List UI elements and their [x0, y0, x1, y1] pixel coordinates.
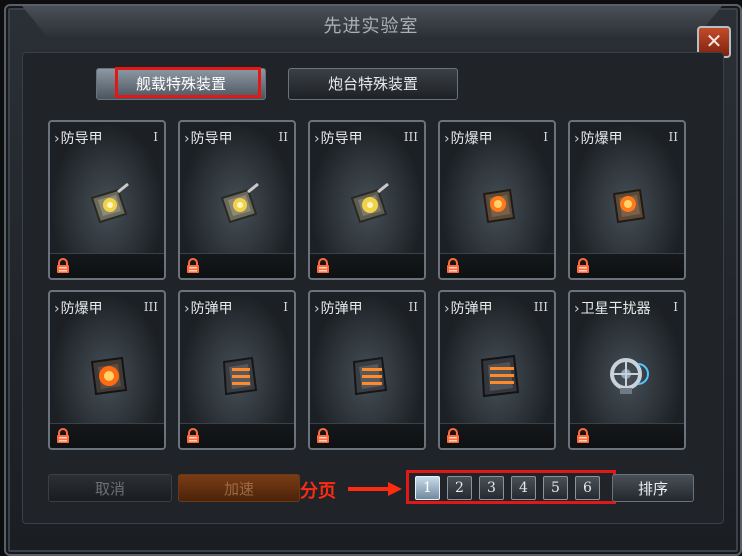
lock-icon	[57, 428, 69, 443]
item-tier: I	[543, 130, 548, 144]
item-tier: I	[283, 300, 288, 314]
item-name: 防导甲	[320, 131, 363, 147]
lock-icon	[577, 258, 589, 273]
item-name: 卫星干扰器	[580, 301, 651, 317]
blast-armor-icon	[482, 188, 516, 224]
item-tier: I	[673, 300, 678, 314]
item-name: 防导甲	[60, 131, 103, 147]
bullet-armor-icon	[352, 356, 388, 396]
chevron-right-icon: ›	[444, 131, 450, 147]
sort-button[interactable]: 排序	[612, 474, 694, 502]
item-tier: II	[668, 130, 678, 144]
lock-icon	[317, 428, 329, 443]
window-title: 先进实验室	[323, 16, 419, 37]
arrow-right-icon	[348, 482, 402, 496]
page-button-5[interactable]: 5	[543, 476, 568, 500]
item-tier: III	[403, 130, 418, 144]
item-card[interactable]: ›防爆甲 I	[438, 120, 556, 280]
chevron-right-icon: ›	[314, 131, 320, 147]
chevron-right-icon: ›	[314, 301, 320, 317]
page-button-2[interactable]: 2	[447, 476, 472, 500]
lock-icon	[447, 428, 459, 443]
item-name: 防弹甲	[450, 301, 493, 317]
page-button-6[interactable]: 6	[575, 476, 600, 500]
item-tier: III	[533, 300, 548, 314]
lock-icon	[447, 258, 459, 273]
pagination: 1 2 3 4 5 6	[415, 476, 600, 500]
cancel-button[interactable]: 取消	[48, 474, 172, 502]
lock-icon	[577, 428, 589, 443]
item-name: 防爆甲	[450, 131, 493, 147]
satellite-jammer-icon	[610, 358, 649, 394]
item-card[interactable]: ›防导甲 III	[308, 120, 426, 280]
lock-icon	[187, 428, 199, 443]
item-tier: I	[153, 130, 158, 144]
blast-armor-icon	[612, 188, 646, 224]
item-grid: ›防导甲 I ›防导甲 II ›防导甲 III ›防爆甲 I ›防爆甲 II ›…	[48, 120, 686, 450]
item-card[interactable]: ›防爆甲 III	[48, 290, 166, 450]
tab-turret-devices[interactable]: 炮台特殊装置	[288, 68, 458, 100]
chevron-right-icon: ›	[184, 131, 190, 147]
item-name: 防弹甲	[320, 301, 363, 317]
lock-icon	[57, 258, 69, 273]
item-tier: III	[143, 300, 158, 314]
page-button-3[interactable]: 3	[479, 476, 504, 500]
item-name: 防爆甲	[580, 131, 623, 147]
chevron-right-icon: ›	[54, 301, 60, 317]
category-tabs: 舰载特殊装置 炮台特殊装置	[96, 68, 458, 100]
item-card[interactable]: ›防导甲 II	[178, 120, 296, 280]
blast-armor-icon	[90, 356, 128, 396]
page-button-1[interactable]: 1	[415, 476, 440, 500]
chevron-right-icon: ›	[54, 131, 60, 147]
item-card[interactable]: ›卫星干扰器 I	[568, 290, 686, 450]
chevron-right-icon: ›	[184, 301, 190, 317]
lock-icon	[317, 258, 329, 273]
item-name: 防爆甲	[60, 301, 103, 317]
pagination-annotation: 分页	[300, 481, 336, 502]
missile-armor-icon	[350, 182, 389, 224]
item-tier: II	[408, 300, 418, 314]
item-tier: II	[278, 130, 288, 144]
item-card[interactable]: ›防爆甲 II	[568, 120, 686, 280]
bullet-armor-icon	[480, 354, 520, 398]
item-name: 防导甲	[190, 131, 233, 147]
chevron-right-icon: ›	[574, 131, 580, 147]
missile-armor-icon	[220, 182, 259, 224]
item-card[interactable]: ›防导甲 I	[48, 120, 166, 280]
item-card[interactable]: ›防弹甲 II	[308, 290, 426, 450]
bullet-armor-icon	[222, 356, 258, 396]
speedup-button[interactable]: 加速	[178, 474, 300, 502]
page-button-4[interactable]: 4	[511, 476, 536, 500]
item-card[interactable]: ›防弹甲 I	[178, 290, 296, 450]
missile-armor-icon	[90, 182, 129, 224]
chevron-right-icon: ›	[574, 301, 580, 317]
item-name: 防弹甲	[190, 301, 233, 317]
item-card[interactable]: ›防弹甲 III	[438, 290, 556, 450]
lock-icon	[187, 258, 199, 273]
chevron-right-icon: ›	[444, 301, 450, 317]
tab-ship-devices[interactable]: 舰载特殊装置	[96, 68, 266, 100]
